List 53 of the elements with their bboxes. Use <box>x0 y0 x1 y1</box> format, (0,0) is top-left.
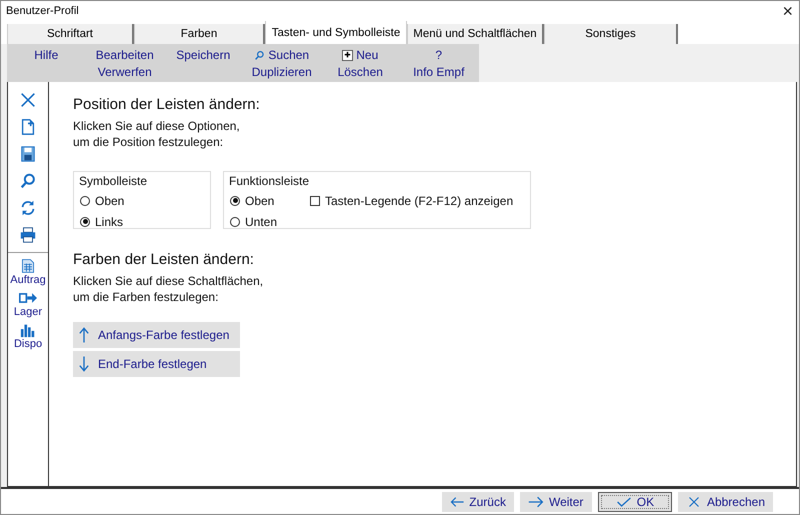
function-key[interactable]: Duplizieren <box>252 64 312 81</box>
toolbar-button[interactable]: Dispo <box>14 322 42 350</box>
section-heading: Farben der Leisten ändern: <box>73 251 255 268</box>
instruction-text: Klicken Sie auf diese Optionen, um die Position festzulegen: <box>73 118 241 150</box>
dialog-button[interactable]: Weiter <box>520 492 592 512</box>
box-arrow-icon <box>18 290 37 306</box>
printer-icon[interactable] <box>19 226 37 244</box>
checkbox[interactable]: Tasten-Legende (F2-F12) anzeigen <box>310 190 524 211</box>
radio-button[interactable]: Unten <box>230 211 310 232</box>
up-arrow-icon <box>79 326 89 344</box>
search-icon[interactable] <box>19 172 37 190</box>
tab[interactable]: Tasten- und Symbolleiste <box>265 21 407 44</box>
window-title: Benutzer-Profil <box>6 5 79 17</box>
save-icon[interactable] <box>19 145 37 163</box>
search-icon <box>254 50 266 61</box>
radio-button[interactable]: Oben <box>230 190 310 211</box>
function-key[interactable]: Löschen <box>338 64 383 81</box>
tab[interactable]: Sonstiges <box>544 24 678 44</box>
function-key[interactable]: Verwerfen <box>98 64 152 81</box>
section-heading: Position der Leisten ändern: <box>73 96 261 113</box>
group-title: Symbolleiste <box>79 174 148 188</box>
function-key[interactable]: Speichern <box>176 47 230 64</box>
new-item-icon <box>342 50 354 61</box>
group-title: Funktionsleiste <box>229 174 310 188</box>
dialog-button[interactable]: Zurück <box>442 492 514 512</box>
bar-chart-icon <box>19 322 37 338</box>
function-key[interactable]: Info Empf <box>413 64 464 81</box>
function-key[interactable]: Bearbeiten <box>96 47 154 64</box>
function-key[interactable]: Neu <box>342 47 378 64</box>
table-document-icon <box>19 258 37 274</box>
close-icon[interactable] <box>19 91 37 109</box>
radio-button[interactable]: Links <box>80 211 204 232</box>
new-document-icon[interactable] <box>19 118 37 136</box>
right-arrow-icon <box>528 496 544 508</box>
toolbar-button[interactable]: Lager <box>14 290 42 318</box>
color-button[interactable]: Anfangs-Farbe festlegen <box>73 322 240 348</box>
down-arrow-icon <box>79 355 89 373</box>
close-button[interactable]: × <box>782 2 793 20</box>
left-arrow-icon <box>450 496 464 508</box>
tab[interactable]: Farben <box>134 24 265 44</box>
tab[interactable]: Menü und Schaltflächen <box>407 24 544 44</box>
dialog-button[interactable]: OK <box>598 492 672 512</box>
tab[interactable]: Schriftart <box>7 24 134 44</box>
radio-button[interactable]: Oben <box>80 190 204 211</box>
color-button[interactable]: End-Farbe festlegen <box>73 351 240 377</box>
function-key[interactable]: ? <box>435 47 442 64</box>
instruction-text: Klicken Sie auf diese Schaltflächen, um die Farben festzulegen: <box>73 273 264 305</box>
dialog-button[interactable]: Abbrechen <box>678 492 773 512</box>
toolbar-button[interactable]: Auftrag <box>10 258 46 286</box>
function-key[interactable]: Hilfe <box>34 47 58 64</box>
refresh-icon[interactable] <box>19 199 37 217</box>
function-key[interactable]: Suchen <box>254 47 310 64</box>
checkmark-icon <box>616 496 632 508</box>
